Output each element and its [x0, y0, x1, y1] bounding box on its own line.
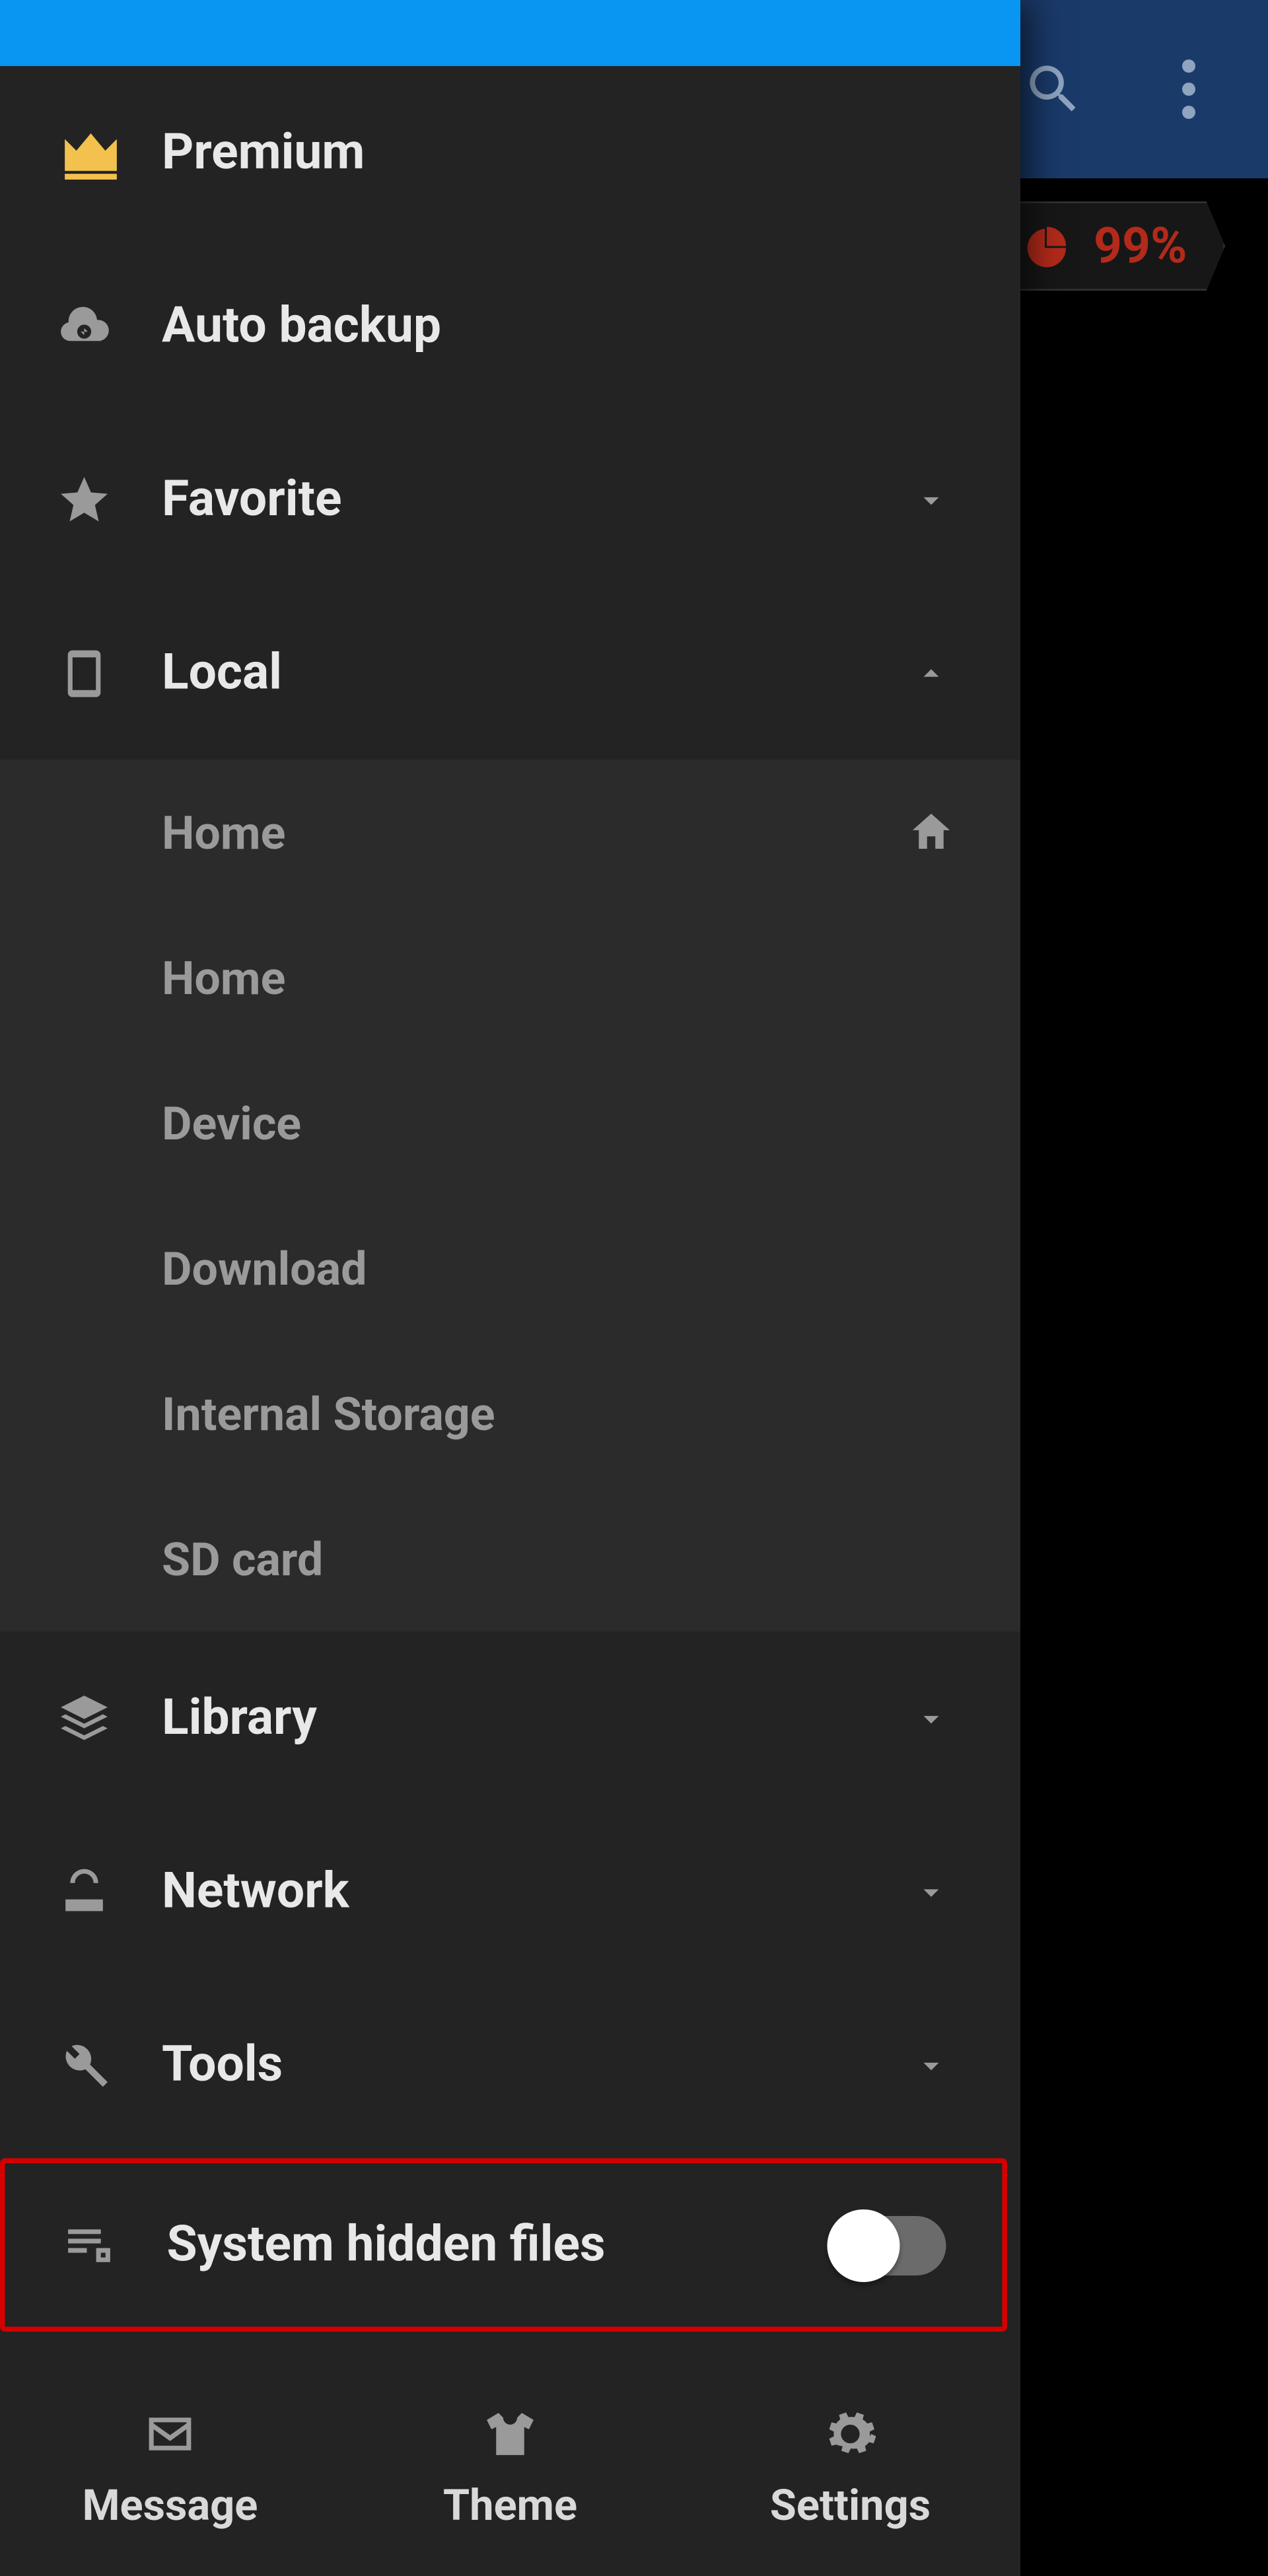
- nav-label: Settings: [770, 2482, 931, 2532]
- drawer-scroll[interactable]: Premium Auto backup Favorite Local Home: [0, 66, 1020, 2361]
- local-item-home-2[interactable]: Home: [0, 905, 1020, 1050]
- cloud-sync-icon: [56, 298, 112, 354]
- more-menu-button[interactable]: [1152, 53, 1225, 125]
- chevron-down-icon: [913, 1700, 950, 1736]
- drawer-item-tools[interactable]: Tools: [0, 1978, 1020, 2152]
- chevron-down-icon: [913, 482, 950, 518]
- drawer-item-network[interactable]: Network: [0, 1805, 1020, 1979]
- nav-label: Theme: [443, 2482, 577, 2532]
- nav-message[interactable]: Message: [0, 2361, 340, 2576]
- drawer-item-autobackup[interactable]: Auto backup: [0, 240, 1020, 413]
- tshirt-icon: [482, 2406, 538, 2462]
- search-icon: [1022, 58, 1085, 121]
- local-item-label: Home: [162, 805, 898, 860]
- local-item-internal-storage[interactable]: Internal Storage: [0, 1341, 1020, 1486]
- storage-usage-value: 99%: [1094, 217, 1187, 275]
- storage-usage-badge[interactable]: 99%: [993, 201, 1225, 291]
- drawer-item-label: System hidden files: [167, 2216, 831, 2274]
- mail-icon: [142, 2406, 198, 2462]
- local-item-label: Internal Storage: [162, 1386, 964, 1441]
- crown-icon: [56, 118, 125, 188]
- drawer-bottom-nav: Message Theme Settings: [0, 2361, 1020, 2576]
- wrench-icon: [56, 2037, 112, 2093]
- navigation-drawer: Premium Auto backup Favorite Local Home: [0, 0, 1020, 2576]
- drawer-item-label: Library: [162, 1690, 898, 1748]
- kebab-icon: [1182, 59, 1195, 119]
- local-item-label: Device: [162, 1096, 964, 1151]
- home-icon: [907, 808, 956, 857]
- chevron-down-icon: [913, 1873, 950, 1910]
- search-button[interactable]: [1017, 53, 1090, 125]
- drawer-item-hidden-files[interactable]: System hidden files: [0, 2159, 1007, 2332]
- local-item-download[interactable]: Download: [0, 1196, 1020, 1341]
- nav-label: Message: [83, 2482, 258, 2532]
- layers-icon: [56, 1690, 112, 1746]
- gear-icon: [822, 2406, 878, 2462]
- local-item-label: Download: [162, 1241, 964, 1296]
- drawer-item-label: Auto backup: [162, 297, 964, 355]
- chevron-down-icon: [913, 2047, 950, 2083]
- local-item-sdcard[interactable]: SD card: [0, 1486, 1020, 1631]
- local-item-home[interactable]: Home: [0, 760, 1020, 905]
- app-stage: 99% Premium Auto backup Favorite Local: [0, 0, 1268, 2576]
- drawer-header-strip: [0, 0, 1020, 66]
- drawer-item-favorite[interactable]: Favorite: [0, 413, 1020, 587]
- star-icon: [56, 472, 112, 528]
- nav-theme[interactable]: Theme: [340, 2361, 680, 2576]
- local-item-device[interactable]: Device: [0, 1050, 1020, 1196]
- nav-settings[interactable]: Settings: [680, 2361, 1020, 2576]
- drawer-item-label: Local: [162, 644, 898, 702]
- toggle-knob: [828, 2209, 900, 2281]
- pie-icon: [1024, 223, 1071, 269]
- drawer-item-label: Network: [162, 1863, 898, 1921]
- drawer-item-library[interactable]: Library: [0, 1631, 1020, 1805]
- drawer-local-sublist: Home Home Device Download Internal Stora…: [0, 760, 1020, 1631]
- drawer-item-local[interactable]: Local: [0, 587, 1020, 760]
- hidden-files-toggle[interactable]: [831, 2215, 946, 2275]
- phone-icon: [56, 645, 112, 701]
- local-item-label: SD card: [162, 1532, 964, 1587]
- drawer-item-label: Tools: [162, 2036, 898, 2094]
- router-icon: [56, 1863, 112, 1919]
- chevron-up-icon: [913, 655, 950, 691]
- drawer-item-premium[interactable]: Premium: [0, 66, 1020, 240]
- local-item-label: Home: [162, 950, 964, 1005]
- drawer-item-label: Favorite: [162, 471, 898, 529]
- hidden-files-icon: [61, 2217, 118, 2273]
- drawer-item-label: Premium: [162, 124, 964, 182]
